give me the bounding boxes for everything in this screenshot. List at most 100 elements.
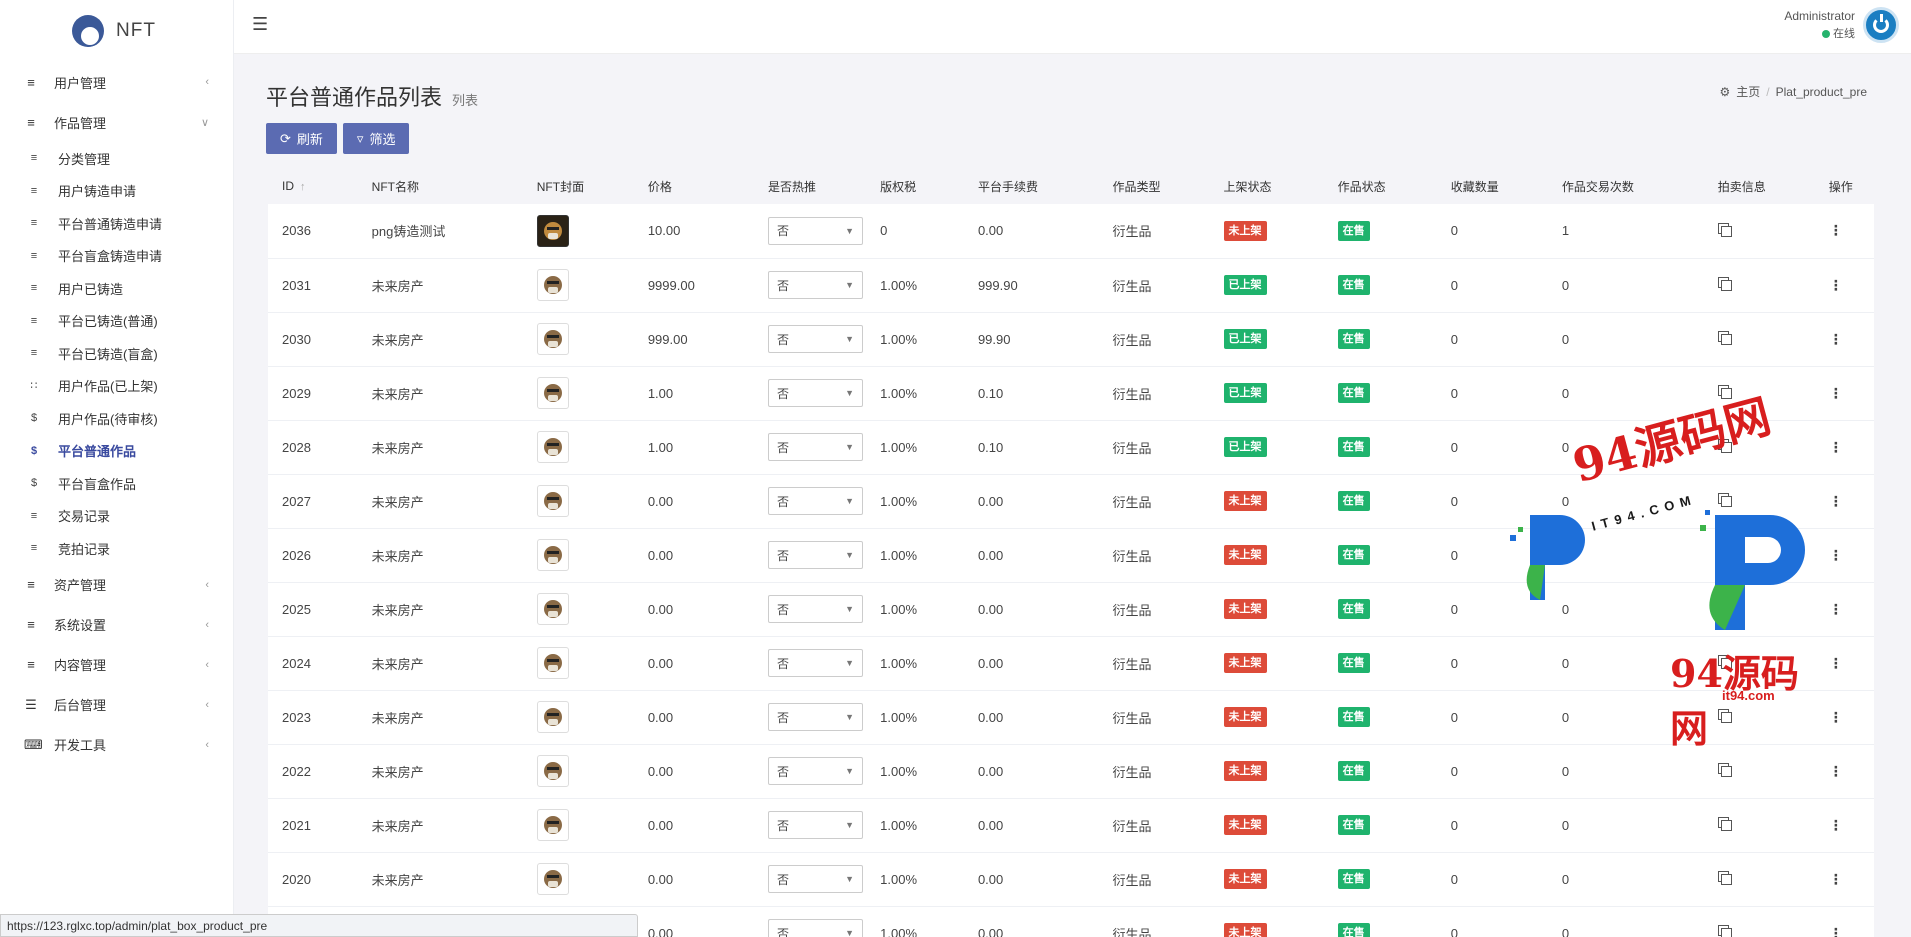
sidebar-sub-item[interactable]: ≡ 平台已铸造(盲盒)	[0, 337, 233, 370]
copy-icon[interactable]	[1717, 871, 1732, 885]
listing-status-badge[interactable]: 未上架	[1223, 653, 1267, 673]
listing-status-badge[interactable]: 未上架	[1223, 869, 1267, 889]
sidebar-sub-item[interactable]: ≡ 平台已铸造(普通)	[0, 305, 233, 338]
listing-status-badge[interactable]: 已上架	[1223, 275, 1267, 295]
copy-icon[interactable]	[1717, 331, 1732, 345]
more-vertical-icon[interactable]: ⋮	[1829, 493, 1843, 509]
more-vertical-icon[interactable]: ⋮	[1829, 439, 1843, 455]
listing-status-badge[interactable]: 未上架	[1223, 923, 1267, 937]
sale-status-badge[interactable]: 在售	[1337, 220, 1370, 241]
sidebar-group[interactable]: ☰ 后台管理 ‹	[0, 685, 233, 725]
brand[interactable]: NFT	[0, 0, 233, 62]
sale-status-badge[interactable]: 在售	[1337, 599, 1370, 619]
copy-icon[interactable]	[1717, 925, 1732, 937]
refresh-button[interactable]: ⟳ 刷新	[266, 123, 337, 154]
listing-status-badge[interactable]: 未上架	[1223, 491, 1267, 511]
more-vertical-icon[interactable]: ⋮	[1829, 331, 1843, 347]
listing-status-badge[interactable]: 未上架	[1223, 761, 1267, 781]
copy-icon[interactable]	[1717, 709, 1732, 723]
listing-status-badge[interactable]: 未上架	[1223, 707, 1267, 727]
hot-select[interactable]: 否 ▼	[768, 216, 864, 245]
filter-button[interactable]: ▿ 筛选	[342, 123, 410, 154]
more-vertical-icon[interactable]: ⋮	[1829, 655, 1843, 671]
copy-icon[interactable]	[1717, 277, 1732, 291]
hot-select[interactable]: 否 ▼	[768, 541, 864, 569]
nft-cover-image[interactable]	[536, 214, 569, 247]
copy-icon[interactable]	[1717, 601, 1732, 615]
sidebar-sub-item[interactable]: ≡ 平台普通铸造申请	[0, 207, 233, 240]
copy-icon[interactable]	[1717, 493, 1732, 507]
sidebar-sub-item[interactable]: $ 平台盲盒作品	[0, 467, 233, 500]
more-vertical-icon[interactable]: ⋮	[1829, 709, 1843, 725]
hot-select[interactable]: 否 ▼	[768, 649, 864, 677]
sale-status-badge[interactable]: 在售	[1337, 923, 1370, 937]
hot-select[interactable]: 否 ▼	[768, 919, 864, 937]
sidebar-sub-item[interactable]: ≡ 用户已铸造	[0, 272, 233, 305]
hot-select[interactable]: 否 ▼	[768, 703, 864, 731]
more-vertical-icon[interactable]: ⋮	[1829, 385, 1843, 401]
more-vertical-icon[interactable]: ⋮	[1829, 817, 1843, 833]
column-header[interactable]: ID ↑	[268, 168, 358, 204]
sale-status-badge[interactable]: 在售	[1337, 383, 1370, 403]
nft-cover-image[interactable]	[536, 755, 569, 787]
more-vertical-icon[interactable]: ⋮	[1829, 547, 1843, 563]
sidebar-group[interactable]: ⌨ 开发工具 ‹	[0, 725, 233, 765]
sidebar-group[interactable]: ≡ 资产管理 ‹	[0, 565, 233, 605]
sale-status-badge[interactable]: 在售	[1337, 869, 1370, 889]
nft-cover-image[interactable]	[536, 593, 569, 625]
sale-status-badge[interactable]: 在售	[1337, 275, 1370, 295]
hot-select[interactable]: 否 ▼	[768, 757, 864, 785]
more-vertical-icon[interactable]: ⋮	[1829, 601, 1843, 617]
sale-status-badge[interactable]: 在售	[1337, 491, 1370, 511]
more-vertical-icon[interactable]: ⋮	[1829, 871, 1843, 887]
nft-cover-image[interactable]	[536, 647, 569, 679]
hot-select[interactable]: 否 ▼	[768, 487, 864, 515]
copy-icon[interactable]	[1717, 547, 1732, 561]
more-vertical-icon[interactable]: ⋮	[1829, 763, 1843, 779]
sale-status-badge[interactable]: 在售	[1337, 437, 1370, 457]
sidebar-sub-item[interactable]: ∷ 用户作品(已上架)	[0, 370, 233, 403]
sidebar-group[interactable]: ≡ 用户管理 ‹	[0, 62, 233, 102]
more-vertical-icon[interactable]: ⋮	[1829, 925, 1843, 937]
sale-status-badge[interactable]: 在售	[1337, 653, 1370, 673]
nft-cover-image[interactable]	[536, 539, 569, 571]
sidebar-sub-item[interactable]: ≡ 用户铸造申请	[0, 175, 233, 208]
sidebar-sub-item[interactable]: ≡ 分类管理	[0, 142, 233, 175]
nft-cover-image[interactable]	[536, 323, 569, 355]
listing-status-badge[interactable]: 未上架	[1223, 545, 1267, 565]
more-vertical-icon[interactable]: ⋮	[1829, 222, 1843, 238]
menu-toggle-icon[interactable]: ☰	[252, 14, 268, 35]
sidebar-sub-item[interactable]: ≡ 平台盲盒铸造申请	[0, 240, 233, 273]
nft-cover-image[interactable]	[536, 431, 569, 463]
sidebar-sub-item[interactable]: ≡ 竞拍记录	[0, 532, 233, 565]
sidebar-group[interactable]: ≡ 内容管理 ‹	[0, 645, 233, 685]
nft-cover-image[interactable]	[536, 863, 569, 895]
sidebar-sub-item[interactable]: ≡ 交易记录	[0, 500, 233, 533]
hot-select[interactable]: 否 ▼	[768, 595, 864, 623]
user-panel[interactable]: Administrator 在线	[1784, 7, 1899, 43]
listing-status-badge[interactable]: 未上架	[1223, 220, 1267, 241]
nft-cover-image[interactable]	[536, 701, 569, 733]
hot-select[interactable]: 否 ▼	[768, 865, 864, 893]
hot-select[interactable]: 否 ▼	[768, 379, 864, 407]
nft-cover-image[interactable]	[536, 809, 569, 841]
nft-cover-image[interactable]	[536, 377, 569, 409]
listing-status-badge[interactable]: 已上架	[1223, 383, 1267, 403]
hot-select[interactable]: 否 ▼	[768, 271, 864, 299]
listing-status-badge[interactable]: 未上架	[1223, 815, 1267, 835]
copy-icon[interactable]	[1717, 385, 1732, 399]
listing-status-badge[interactable]: 已上架	[1223, 437, 1267, 457]
copy-icon[interactable]	[1717, 763, 1732, 777]
sale-status-badge[interactable]: 在售	[1337, 329, 1370, 349]
nft-cover-image[interactable]	[536, 269, 569, 301]
sale-status-badge[interactable]: 在售	[1337, 815, 1370, 835]
avatar[interactable]	[1863, 7, 1899, 43]
sort-up-icon[interactable]: ↑	[300, 181, 306, 193]
hot-select[interactable]: 否 ▼	[768, 811, 864, 839]
hot-select[interactable]: 否 ▼	[768, 325, 864, 353]
sale-status-badge[interactable]: 在售	[1337, 707, 1370, 727]
listing-status-badge[interactable]: 已上架	[1223, 329, 1267, 349]
sale-status-badge[interactable]: 在售	[1337, 545, 1370, 565]
sidebar-sub-item[interactable]: $ 平台普通作品	[0, 435, 233, 468]
sale-status-badge[interactable]: 在售	[1337, 761, 1370, 781]
